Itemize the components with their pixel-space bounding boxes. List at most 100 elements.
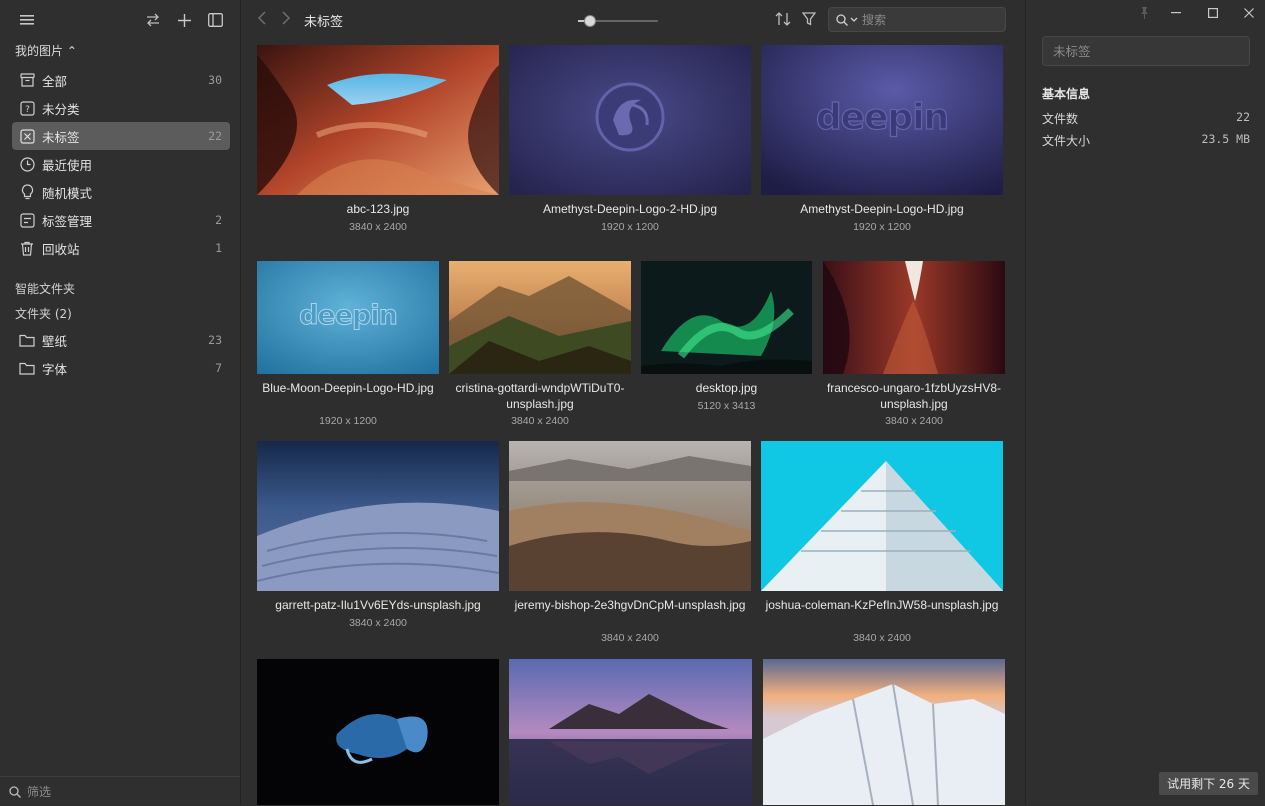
- minimize-icon[interactable]: [1167, 5, 1185, 21]
- folder-icon: [19, 332, 35, 348]
- archive-icon: [19, 72, 35, 88]
- search-input[interactable]: [862, 12, 982, 27]
- info-label: 文件数: [1042, 112, 1079, 126]
- pin-icon[interactable]: [1135, 5, 1153, 21]
- filter-placeholder: 筛选: [27, 785, 52, 799]
- maximize-icon[interactable]: [1204, 5, 1222, 21]
- folder-item-label: 字体: [42, 361, 68, 377]
- info-row-file-count: 文件数 22: [1042, 110, 1250, 127]
- image-filename: desktop.jpg: [695, 381, 758, 395]
- folder-item-wallpaper[interactable]: 壁纸 23: [12, 326, 230, 354]
- filter-icon[interactable]: [801, 12, 817, 30]
- folder-item-count: 7: [215, 361, 222, 375]
- sidebar-item-label: 随机模式: [42, 185, 93, 201]
- image-thumbnail[interactable]: [823, 261, 1005, 374]
- svg-text:deepin: deepin: [299, 300, 397, 331]
- image-filename: abc-123.jpg: [346, 202, 410, 216]
- image-filename: joshua-coleman-KzPefInJW58-unsplash.jpg: [765, 598, 999, 612]
- sidebar-item-label: 标签管理: [42, 213, 93, 229]
- trash-icon: [19, 240, 35, 256]
- sidebar: 我的图片 ⌃ 全部 30 ? 未分类 未标签 22 最近使用 随机模式 标签管理…: [0, 0, 241, 805]
- image-thumbnail[interactable]: [257, 441, 499, 591]
- panel-toggle-icon[interactable]: [205, 10, 225, 30]
- main-toolbar: 未标签: [241, 0, 1024, 40]
- zoom-slider[interactable]: [578, 15, 658, 27]
- image-dimensions: 5120 x 3413: [697, 400, 756, 412]
- image-thumbnail[interactable]: deepin: [761, 45, 1003, 195]
- back-button[interactable]: [257, 10, 267, 29]
- info-value: 23.5 MB: [1201, 132, 1250, 146]
- sidebar-item-all[interactable]: 全部 30: [12, 66, 230, 94]
- image-filename: garrett-patz-Ilu1Vv6EYds-unsplash.jpg: [275, 598, 481, 612]
- image-thumbnail[interactable]: [509, 45, 751, 195]
- image-thumbnail[interactable]: [257, 45, 499, 195]
- search-icon: [9, 785, 21, 798]
- library-switcher[interactable]: 我的图片 ⌃: [15, 42, 77, 59]
- info-row-file-size: 文件大小 23.5 MB: [1042, 132, 1250, 149]
- sidebar-item-trash[interactable]: 回收站 1: [12, 234, 230, 262]
- sort-icon[interactable]: [775, 11, 791, 31]
- image-filename: Blue-Moon-Deepin-Logo-HD.jpg: [262, 381, 434, 395]
- sidebar-toolbar: [0, 10, 240, 32]
- sidebar-item-random[interactable]: 随机模式: [12, 178, 230, 206]
- image-dimensions: 3840 x 2400: [349, 221, 407, 233]
- sidebar-item-recent[interactable]: 最近使用: [12, 150, 230, 178]
- chevron-down-icon[interactable]: [850, 17, 858, 23]
- smart-folders-title[interactable]: 智能文件夹: [15, 280, 75, 297]
- add-icon[interactable]: [174, 10, 194, 30]
- image-thumbnail[interactable]: [509, 659, 752, 805]
- svg-text:?: ?: [25, 105, 30, 115]
- info-label: 文件大小: [1042, 134, 1091, 148]
- image-dimensions: 3840 x 2400: [853, 632, 911, 644]
- clock-icon: [19, 156, 35, 172]
- question-box-icon: ?: [19, 100, 35, 116]
- sidebar-item-label: 全部: [42, 73, 68, 89]
- image-thumbnail[interactable]: [257, 659, 499, 805]
- svg-text:deepin: deepin: [816, 97, 948, 138]
- image-dimensions: 1920 x 1200: [853, 221, 911, 233]
- tag-input[interactable]: [1042, 36, 1250, 66]
- sidebar-item-label: 未标签: [42, 129, 80, 145]
- sidebar-filter[interactable]: 筛选: [0, 776, 240, 806]
- image-thumbnail[interactable]: [509, 441, 751, 591]
- info-section-title: 基本信息: [1042, 87, 1091, 101]
- trial-badge[interactable]: 试用剩下 26 天: [1159, 772, 1258, 795]
- untagged-icon: [19, 128, 35, 144]
- image-dimensions: 3840 x 2400: [511, 415, 569, 427]
- folders-title[interactable]: 文件夹 (2): [15, 305, 72, 322]
- lightbulb-icon: [19, 184, 35, 200]
- sidebar-item-label: 回收站: [42, 241, 80, 257]
- search-box[interactable]: [828, 7, 1006, 32]
- sidebar-item-tag-manager[interactable]: 标签管理 2: [12, 206, 230, 234]
- image-dimensions: 3840 x 2400: [349, 617, 407, 629]
- image-dimensions: 3840 x 2400: [885, 415, 943, 427]
- image-thumbnail[interactable]: [763, 659, 1005, 805]
- image-thumbnail[interactable]: [761, 441, 1003, 591]
- close-icon[interactable]: [1240, 5, 1258, 21]
- image-filename: Amethyst-Deepin-Logo-HD.jpg: [800, 202, 964, 216]
- search-icon: [836, 13, 848, 26]
- image-filename: francesco-ungaro-1fzbUyzsHV8-unsplash.jp…: [826, 381, 1002, 411]
- image-dimensions: 1920 x 1200: [601, 221, 659, 233]
- image-thumbnail[interactable]: [449, 261, 631, 374]
- sidebar-item-untagged[interactable]: 未标签 22: [12, 122, 230, 150]
- zoom-slider-thumb[interactable]: [584, 15, 596, 27]
- image-filename: Amethyst-Deepin-Logo-2-HD.jpg: [542, 202, 718, 216]
- swap-icon[interactable]: [143, 10, 163, 30]
- image-thumbnail[interactable]: deepin: [257, 261, 439, 374]
- image-thumbnail[interactable]: [641, 261, 812, 374]
- menu-icon[interactable]: [17, 10, 37, 30]
- image-grid: abc-123.jpg 3840 x 2400 Amethyst-Deepin-…: [241, 0, 1024, 805]
- breadcrumb: 未标签: [304, 15, 344, 30]
- sidebar-item-label: 未分类: [42, 101, 80, 117]
- sidebar-item-count: 30: [208, 73, 222, 87]
- folder-item-fonts[interactable]: 字体 7: [12, 354, 230, 382]
- forward-button[interactable]: [281, 10, 291, 29]
- sidebar-item-uncategorized[interactable]: ? 未分类: [12, 94, 230, 122]
- sidebar-item-count: 22: [208, 129, 222, 143]
- folder-item-count: 23: [208, 333, 222, 347]
- image-dimensions: 1920 x 1200: [319, 415, 377, 427]
- sidebar-item-count: 1: [215, 241, 222, 255]
- folder-item-label: 壁纸: [42, 333, 68, 349]
- tag-box-icon: [19, 212, 35, 228]
